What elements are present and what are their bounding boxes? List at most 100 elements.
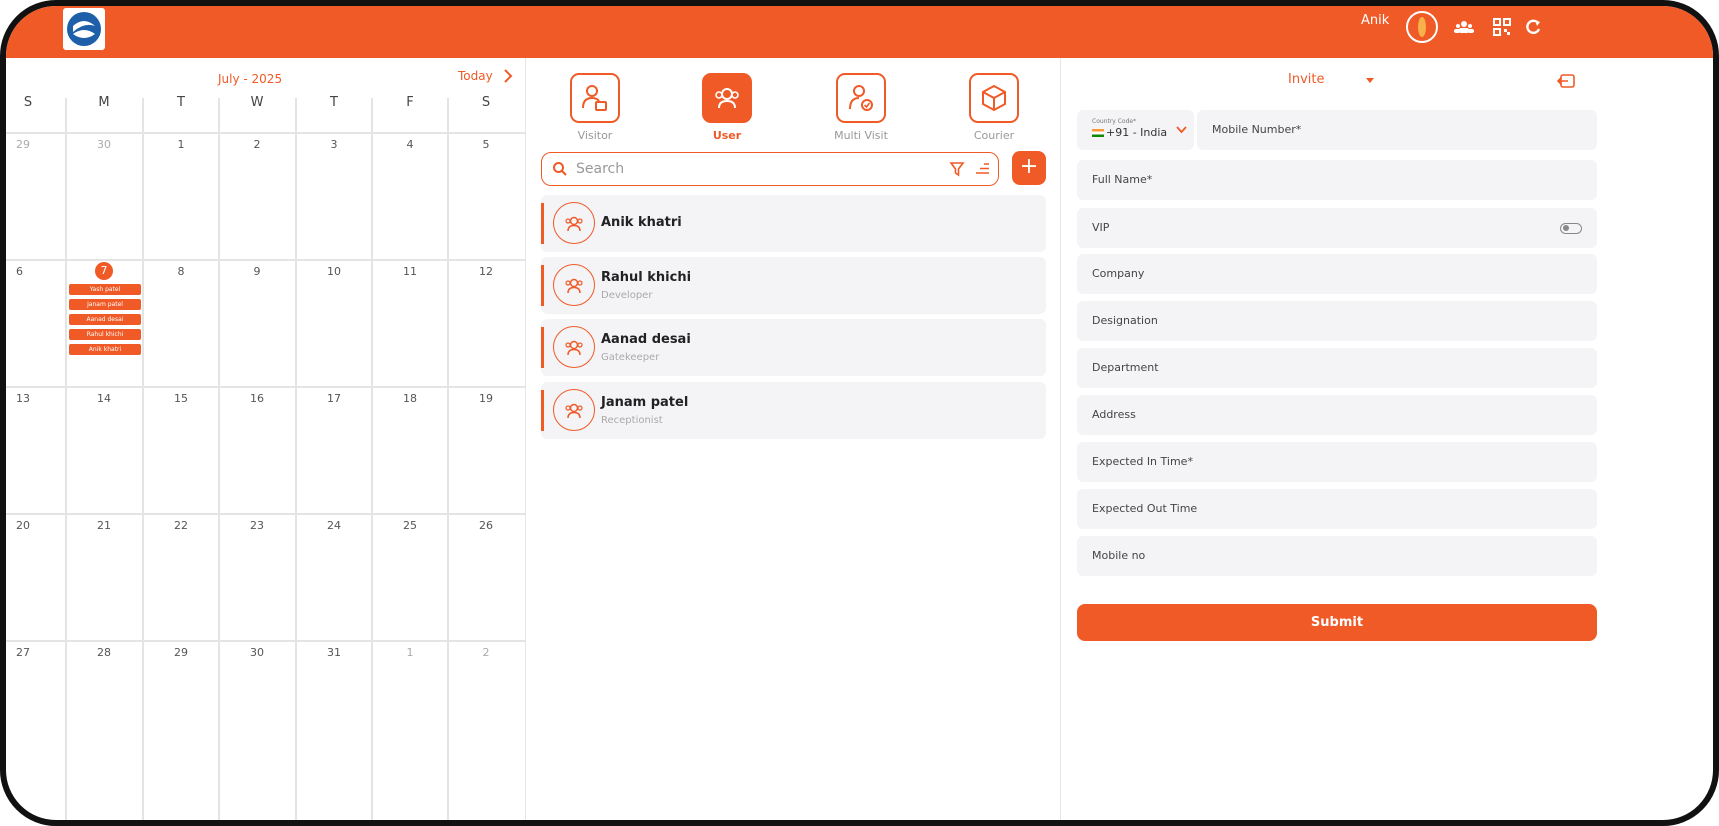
calendar-day-today[interactable]: 7 (95, 262, 113, 280)
designation-field[interactable]: Designation (1077, 301, 1597, 341)
search-bar (541, 152, 999, 186)
invite-form: Invite Country Code* +91 - India Mobile … (1061, 58, 1713, 820)
calendar-event[interactable]: Janam patel (69, 299, 141, 310)
expected-out-time-field[interactable]: Expected Out Time (1077, 489, 1597, 529)
add-user-button[interactable]: + (1012, 151, 1046, 185)
field-label: Company (1092, 267, 1145, 280)
avatar (553, 202, 595, 244)
field-label: Mobile no (1092, 549, 1146, 562)
calendar-day[interactable]: 9 (219, 265, 295, 278)
courier-icon-box (969, 73, 1019, 123)
calendar-day[interactable]: 4 (372, 138, 448, 151)
calendar-day[interactable]: 26 (448, 519, 524, 532)
user-name: Aanad desai (601, 332, 691, 347)
calendar-day[interactable]: 2 (219, 138, 295, 151)
full-name-field[interactable]: Full Name* (1077, 160, 1597, 200)
divider (218, 98, 220, 820)
logo-icon[interactable] (63, 8, 105, 50)
address-field[interactable]: Address (1077, 395, 1597, 435)
user-role: Gatekeeper (601, 352, 660, 363)
vip-field: VIP (1077, 208, 1597, 248)
refresh-icon[interactable] (1523, 17, 1543, 37)
weekday-header: F (406, 95, 414, 110)
calendar-day[interactable]: 31 (296, 646, 372, 659)
calendar-day[interactable]: 16 (219, 392, 295, 405)
tab-label: User (712, 129, 742, 142)
calendar-day[interactable]: 1 (372, 646, 448, 659)
calendar-day[interactable]: 19 (448, 392, 524, 405)
calendar-day[interactable]: 5 (448, 138, 524, 151)
search-input[interactable] (576, 158, 916, 180)
calendar-day[interactable]: 12 (448, 265, 524, 278)
tab-multi-visit[interactable]: Multi Visit (834, 73, 888, 142)
group-icon[interactable] (1454, 17, 1474, 37)
calendar-day[interactable]: 1 (143, 138, 219, 151)
calendar-month-label: July - 2025 (218, 72, 283, 86)
multi-visit-icon (849, 85, 873, 111)
divider (295, 98, 297, 820)
user-name: Rahul khichi (601, 270, 692, 285)
chevron-right-icon[interactable] (500, 68, 516, 84)
calendar-day[interactable]: 14 (66, 392, 142, 405)
calendar-day[interactable]: 8 (143, 265, 219, 278)
calendar-day[interactable]: 21 (66, 519, 142, 532)
tab-visitor[interactable]: Visitor (568, 73, 622, 142)
calendar-day[interactable]: 28 (66, 646, 142, 659)
calendar-day[interactable]: 22 (143, 519, 219, 532)
user-list-item[interactable]: Janam patel Receptionist (541, 382, 1046, 439)
today-button[interactable]: Today (458, 69, 493, 83)
country-code-select[interactable]: Country Code* +91 - India (1077, 110, 1194, 150)
calendar-day[interactable]: 24 (296, 519, 372, 532)
user-list-item[interactable]: Aanad desai Gatekeeper (541, 319, 1046, 376)
vip-toggle[interactable] (1560, 223, 1582, 234)
tab-courier[interactable]: Courier (967, 73, 1021, 142)
caret-down-icon[interactable] (1365, 75, 1375, 85)
calendar-day[interactable]: 30 (66, 138, 142, 151)
calendar-day[interactable]: 23 (219, 519, 295, 532)
mobile-no-field[interactable]: Mobile no (1077, 536, 1597, 576)
sort-icon[interactable] (974, 161, 990, 177)
calendar-day[interactable]: 29 (143, 646, 219, 659)
calendar-day[interactable]: 6 (6, 265, 82, 278)
calendar-day[interactable]: 25 (372, 519, 448, 532)
avatar[interactable] (1406, 11, 1438, 43)
tab-label: Multi Visit (834, 129, 888, 142)
mobile-number-field[interactable]: Mobile Number* (1197, 110, 1597, 150)
tab-user[interactable]: User (700, 73, 754, 142)
calendar-day[interactable]: 2 (448, 646, 524, 659)
calendar-event[interactable]: Yash patel (69, 284, 141, 295)
logout-icon[interactable] (1557, 72, 1575, 90)
chevron-down-icon (1176, 126, 1187, 134)
filter-icon[interactable] (949, 161, 965, 177)
user-name: Janam patel (601, 395, 689, 410)
avatar (553, 389, 595, 431)
department-field[interactable]: Department (1077, 348, 1597, 388)
user-list-item[interactable]: Rahul khichi Developer (541, 257, 1046, 314)
calendar-day[interactable]: 30 (219, 646, 295, 659)
visitor-icon-box (570, 73, 620, 123)
calendar-day[interactable]: 3 (296, 138, 372, 151)
user-name[interactable]: Anik (1361, 13, 1389, 28)
user-group-icon (565, 340, 583, 356)
country-code-value: +91 - India (1106, 126, 1168, 139)
expected-in-time-field[interactable]: Expected In Time* (1077, 442, 1597, 482)
calendar-day[interactable]: 17 (296, 392, 372, 405)
calendar-event[interactable]: Aanad desai (69, 314, 141, 325)
field-label: Expected In Time* (1092, 455, 1193, 468)
calendar-day[interactable]: 15 (143, 392, 219, 405)
field-label: Department (1092, 361, 1159, 374)
calendar-day[interactable]: 18 (372, 392, 448, 405)
calendar-day[interactable]: 10 (296, 265, 372, 278)
calendar-event[interactable]: Anik khatri (69, 344, 141, 355)
submit-button[interactable]: Submit (1077, 604, 1597, 641)
tab-label: Visitor (577, 129, 613, 142)
courier-box-icon (982, 84, 1006, 112)
user-role: Receptionist (601, 415, 663, 426)
calendar-event[interactable]: Rahul khichi (69, 329, 141, 340)
qr-icon[interactable] (1492, 17, 1512, 37)
form-type-select[interactable]: Invite (1288, 72, 1324, 87)
company-field[interactable]: Company (1077, 254, 1597, 294)
calendar-day[interactable]: 11 (372, 265, 448, 278)
multi-visit-icon-box (836, 73, 886, 123)
user-list-item[interactable]: Anik khatri (541, 195, 1046, 252)
